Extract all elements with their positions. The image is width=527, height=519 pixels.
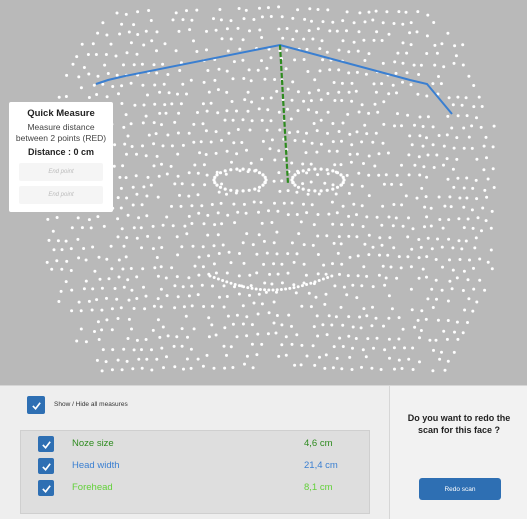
quick-measure-description: Measure distance between 2 points (RED) — [15, 122, 107, 143]
measures-pane: Show / Hide all measures Noze size 4,6 c… — [0, 386, 390, 519]
measure-value: 8,1 cm — [304, 482, 333, 493]
measure-row-forehead[interactable]: Forehead 8,1 cm — [21, 477, 369, 499]
check-icon — [31, 401, 41, 410]
quick-measure-panel: Quick Measure Measure distance between 2… — [9, 102, 113, 212]
measure-row-noze-size[interactable]: Noze size 4,6 cm — [21, 433, 369, 455]
end-point-field-2[interactable]: End point — [19, 186, 103, 204]
check-icon — [41, 484, 51, 493]
head-width-checkbox[interactable] — [38, 458, 54, 474]
check-icon — [41, 462, 51, 471]
measure-name: Forehead — [72, 482, 113, 493]
forehead-checkbox[interactable] — [38, 480, 54, 496]
quick-measure-distance: Distance : 0 cm — [27, 147, 95, 157]
measure-name: Noze size — [72, 438, 114, 449]
check-icon — [41, 440, 51, 449]
show-hide-all-label: Show / Hide all measures — [54, 401, 128, 408]
redo-question: Do you want to redo the scan for this fa… — [407, 413, 511, 435]
measure-name: Head width — [72, 460, 120, 471]
quick-measure-title: Quick Measure — [27, 108, 95, 119]
measure-row-head-width[interactable]: Head width 21,4 cm — [21, 455, 369, 477]
show-hide-all-checkbox[interactable] — [27, 396, 45, 414]
end-point-field-1[interactable]: End point — [19, 163, 103, 181]
measure-value: 21,4 cm — [304, 460, 338, 471]
bottom-panel: Show / Hide all measures Noze size 4,6 c… — [0, 385, 527, 519]
noze-size-checkbox[interactable] — [38, 436, 54, 452]
nose-size-line — [278, 44, 290, 185]
scan-viewport[interactable]: Quick Measure Measure distance between 2… — [0, 0, 527, 385]
redo-pane: Do you want to redo the scan for this fa… — [390, 386, 527, 519]
measure-list: Noze size 4,6 cm Head width 21,4 cm Fore… — [20, 430, 370, 514]
redo-scan-button[interactable]: Redo scan — [419, 478, 501, 500]
measure-value: 4,6 cm — [304, 438, 333, 449]
